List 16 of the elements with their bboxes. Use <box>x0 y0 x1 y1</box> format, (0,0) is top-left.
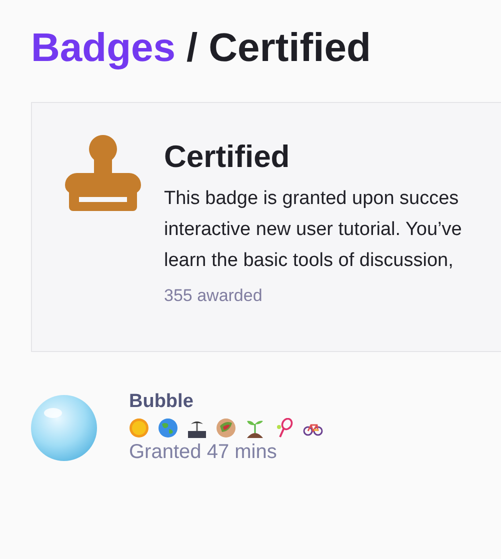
username[interactable]: Bubble <box>129 391 194 413</box>
stamp-icon <box>65 135 141 211</box>
page-title: Certified <box>208 25 371 72</box>
globe-icon <box>158 418 178 438</box>
granted-time: Granted 47 mins <box>129 441 277 464</box>
description-text: This badge is granted upon succes <box>164 187 459 211</box>
tennis-racket-icon <box>274 418 294 438</box>
avatar[interactable] <box>31 395 97 461</box>
breadcrumb-link[interactable]: Badges <box>31 24 176 72</box>
description-text: learn the basic tools of discussion, <box>164 249 454 273</box>
sun-icon <box>129 418 149 438</box>
awarded-count: 355 awarded <box>164 286 262 306</box>
breadcrumb-separator: / <box>186 25 198 72</box>
description-text: interactive new user tutorial. You’ve <box>164 218 462 242</box>
badge-title: Certified <box>164 139 291 175</box>
seedling-icon <box>245 418 265 438</box>
